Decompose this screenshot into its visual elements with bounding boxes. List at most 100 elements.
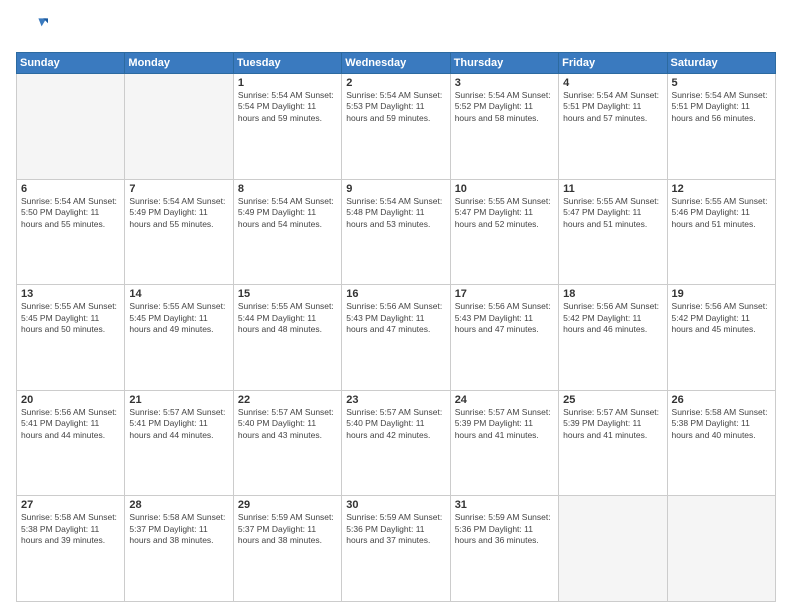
header xyxy=(16,12,776,44)
day-number: 15 xyxy=(238,288,337,300)
day-number: 31 xyxy=(455,499,554,511)
day-number: 5 xyxy=(672,77,771,89)
day-number: 4 xyxy=(563,77,662,89)
day-number: 16 xyxy=(346,288,445,300)
calendar-cell xyxy=(559,496,667,602)
calendar-cell: 30Sunrise: 5:59 AM Sunset: 5:36 PM Dayli… xyxy=(342,496,450,602)
day-number: 12 xyxy=(672,183,771,195)
logo-icon xyxy=(16,12,48,44)
calendar-cell: 18Sunrise: 5:56 AM Sunset: 5:42 PM Dayli… xyxy=(559,285,667,391)
calendar-weekday-monday: Monday xyxy=(125,53,233,74)
calendar-week-1: 1Sunrise: 5:54 AM Sunset: 5:54 PM Daylig… xyxy=(17,74,776,180)
calendar-week-3: 13Sunrise: 5:55 AM Sunset: 5:45 PM Dayli… xyxy=(17,285,776,391)
day-number: 1 xyxy=(238,77,337,89)
day-info: Sunrise: 5:59 AM Sunset: 5:37 PM Dayligh… xyxy=(238,512,337,546)
day-info: Sunrise: 5:54 AM Sunset: 5:50 PM Dayligh… xyxy=(21,196,120,230)
day-number: 11 xyxy=(563,183,662,195)
day-number: 3 xyxy=(455,77,554,89)
calendar-cell xyxy=(125,74,233,180)
day-number: 22 xyxy=(238,394,337,406)
calendar-cell: 4Sunrise: 5:54 AM Sunset: 5:51 PM Daylig… xyxy=(559,74,667,180)
day-info: Sunrise: 5:55 AM Sunset: 5:44 PM Dayligh… xyxy=(238,301,337,335)
calendar-weekday-wednesday: Wednesday xyxy=(342,53,450,74)
day-number: 27 xyxy=(21,499,120,511)
calendar-header-row: SundayMondayTuesdayWednesdayThursdayFrid… xyxy=(17,53,776,74)
day-info: Sunrise: 5:55 AM Sunset: 5:46 PM Dayligh… xyxy=(672,196,771,230)
day-info: Sunrise: 5:55 AM Sunset: 5:47 PM Dayligh… xyxy=(563,196,662,230)
day-info: Sunrise: 5:56 AM Sunset: 5:42 PM Dayligh… xyxy=(563,301,662,335)
calendar-cell: 12Sunrise: 5:55 AM Sunset: 5:46 PM Dayli… xyxy=(667,179,775,285)
calendar-cell: 23Sunrise: 5:57 AM Sunset: 5:40 PM Dayli… xyxy=(342,390,450,496)
day-number: 21 xyxy=(129,394,228,406)
day-info: Sunrise: 5:56 AM Sunset: 5:42 PM Dayligh… xyxy=(672,301,771,335)
day-number: 2 xyxy=(346,77,445,89)
calendar-week-5: 27Sunrise: 5:58 AM Sunset: 5:38 PM Dayli… xyxy=(17,496,776,602)
calendar-cell: 17Sunrise: 5:56 AM Sunset: 5:43 PM Dayli… xyxy=(450,285,558,391)
calendar-cell: 27Sunrise: 5:58 AM Sunset: 5:38 PM Dayli… xyxy=(17,496,125,602)
calendar-cell: 7Sunrise: 5:54 AM Sunset: 5:49 PM Daylig… xyxy=(125,179,233,285)
calendar-cell: 21Sunrise: 5:57 AM Sunset: 5:41 PM Dayli… xyxy=(125,390,233,496)
calendar-week-2: 6Sunrise: 5:54 AM Sunset: 5:50 PM Daylig… xyxy=(17,179,776,285)
day-number: 8 xyxy=(238,183,337,195)
day-info: Sunrise: 5:56 AM Sunset: 5:43 PM Dayligh… xyxy=(346,301,445,335)
calendar-week-4: 20Sunrise: 5:56 AM Sunset: 5:41 PM Dayli… xyxy=(17,390,776,496)
day-info: Sunrise: 5:54 AM Sunset: 5:54 PM Dayligh… xyxy=(238,90,337,124)
calendar-cell: 14Sunrise: 5:55 AM Sunset: 5:45 PM Dayli… xyxy=(125,285,233,391)
calendar-cell: 10Sunrise: 5:55 AM Sunset: 5:47 PM Dayli… xyxy=(450,179,558,285)
calendar-cell: 16Sunrise: 5:56 AM Sunset: 5:43 PM Dayli… xyxy=(342,285,450,391)
calendar-cell xyxy=(667,496,775,602)
day-info: Sunrise: 5:56 AM Sunset: 5:41 PM Dayligh… xyxy=(21,407,120,441)
calendar-cell: 15Sunrise: 5:55 AM Sunset: 5:44 PM Dayli… xyxy=(233,285,341,391)
day-number: 17 xyxy=(455,288,554,300)
page: SundayMondayTuesdayWednesdayThursdayFrid… xyxy=(0,0,792,612)
calendar-cell: 3Sunrise: 5:54 AM Sunset: 5:52 PM Daylig… xyxy=(450,74,558,180)
calendar-cell: 22Sunrise: 5:57 AM Sunset: 5:40 PM Dayli… xyxy=(233,390,341,496)
calendar-cell: 19Sunrise: 5:56 AM Sunset: 5:42 PM Dayli… xyxy=(667,285,775,391)
day-number: 19 xyxy=(672,288,771,300)
day-number: 29 xyxy=(238,499,337,511)
day-number: 30 xyxy=(346,499,445,511)
day-number: 14 xyxy=(129,288,228,300)
day-info: Sunrise: 5:55 AM Sunset: 5:45 PM Dayligh… xyxy=(129,301,228,335)
day-number: 9 xyxy=(346,183,445,195)
day-number: 24 xyxy=(455,394,554,406)
calendar-body: 1Sunrise: 5:54 AM Sunset: 5:54 PM Daylig… xyxy=(17,74,776,602)
calendar-weekday-sunday: Sunday xyxy=(17,53,125,74)
day-info: Sunrise: 5:54 AM Sunset: 5:49 PM Dayligh… xyxy=(238,196,337,230)
calendar-table: SundayMondayTuesdayWednesdayThursdayFrid… xyxy=(16,52,776,602)
day-number: 28 xyxy=(129,499,228,511)
calendar-cell: 26Sunrise: 5:58 AM Sunset: 5:38 PM Dayli… xyxy=(667,390,775,496)
calendar-cell: 11Sunrise: 5:55 AM Sunset: 5:47 PM Dayli… xyxy=(559,179,667,285)
day-info: Sunrise: 5:54 AM Sunset: 5:51 PM Dayligh… xyxy=(563,90,662,124)
day-info: Sunrise: 5:58 AM Sunset: 5:37 PM Dayligh… xyxy=(129,512,228,546)
day-number: 20 xyxy=(21,394,120,406)
day-info: Sunrise: 5:54 AM Sunset: 5:52 PM Dayligh… xyxy=(455,90,554,124)
day-info: Sunrise: 5:55 AM Sunset: 5:47 PM Dayligh… xyxy=(455,196,554,230)
calendar-weekday-thursday: Thursday xyxy=(450,53,558,74)
day-info: Sunrise: 5:54 AM Sunset: 5:49 PM Dayligh… xyxy=(129,196,228,230)
calendar-weekday-saturday: Saturday xyxy=(667,53,775,74)
calendar-cell: 24Sunrise: 5:57 AM Sunset: 5:39 PM Dayli… xyxy=(450,390,558,496)
day-info: Sunrise: 5:57 AM Sunset: 5:41 PM Dayligh… xyxy=(129,407,228,441)
day-number: 18 xyxy=(563,288,662,300)
day-info: Sunrise: 5:57 AM Sunset: 5:40 PM Dayligh… xyxy=(346,407,445,441)
day-info: Sunrise: 5:58 AM Sunset: 5:38 PM Dayligh… xyxy=(21,512,120,546)
day-info: Sunrise: 5:54 AM Sunset: 5:53 PM Dayligh… xyxy=(346,90,445,124)
day-info: Sunrise: 5:54 AM Sunset: 5:51 PM Dayligh… xyxy=(672,90,771,124)
day-info: Sunrise: 5:55 AM Sunset: 5:45 PM Dayligh… xyxy=(21,301,120,335)
day-number: 25 xyxy=(563,394,662,406)
calendar-cell: 28Sunrise: 5:58 AM Sunset: 5:37 PM Dayli… xyxy=(125,496,233,602)
calendar-cell xyxy=(17,74,125,180)
calendar-cell: 20Sunrise: 5:56 AM Sunset: 5:41 PM Dayli… xyxy=(17,390,125,496)
day-info: Sunrise: 5:57 AM Sunset: 5:39 PM Dayligh… xyxy=(455,407,554,441)
day-info: Sunrise: 5:56 AM Sunset: 5:43 PM Dayligh… xyxy=(455,301,554,335)
calendar-cell: 6Sunrise: 5:54 AM Sunset: 5:50 PM Daylig… xyxy=(17,179,125,285)
day-number: 7 xyxy=(129,183,228,195)
logo xyxy=(16,12,52,44)
calendar-cell: 8Sunrise: 5:54 AM Sunset: 5:49 PM Daylig… xyxy=(233,179,341,285)
calendar-cell: 29Sunrise: 5:59 AM Sunset: 5:37 PM Dayli… xyxy=(233,496,341,602)
calendar-cell: 1Sunrise: 5:54 AM Sunset: 5:54 PM Daylig… xyxy=(233,74,341,180)
day-info: Sunrise: 5:59 AM Sunset: 5:36 PM Dayligh… xyxy=(346,512,445,546)
day-info: Sunrise: 5:54 AM Sunset: 5:48 PM Dayligh… xyxy=(346,196,445,230)
day-number: 13 xyxy=(21,288,120,300)
